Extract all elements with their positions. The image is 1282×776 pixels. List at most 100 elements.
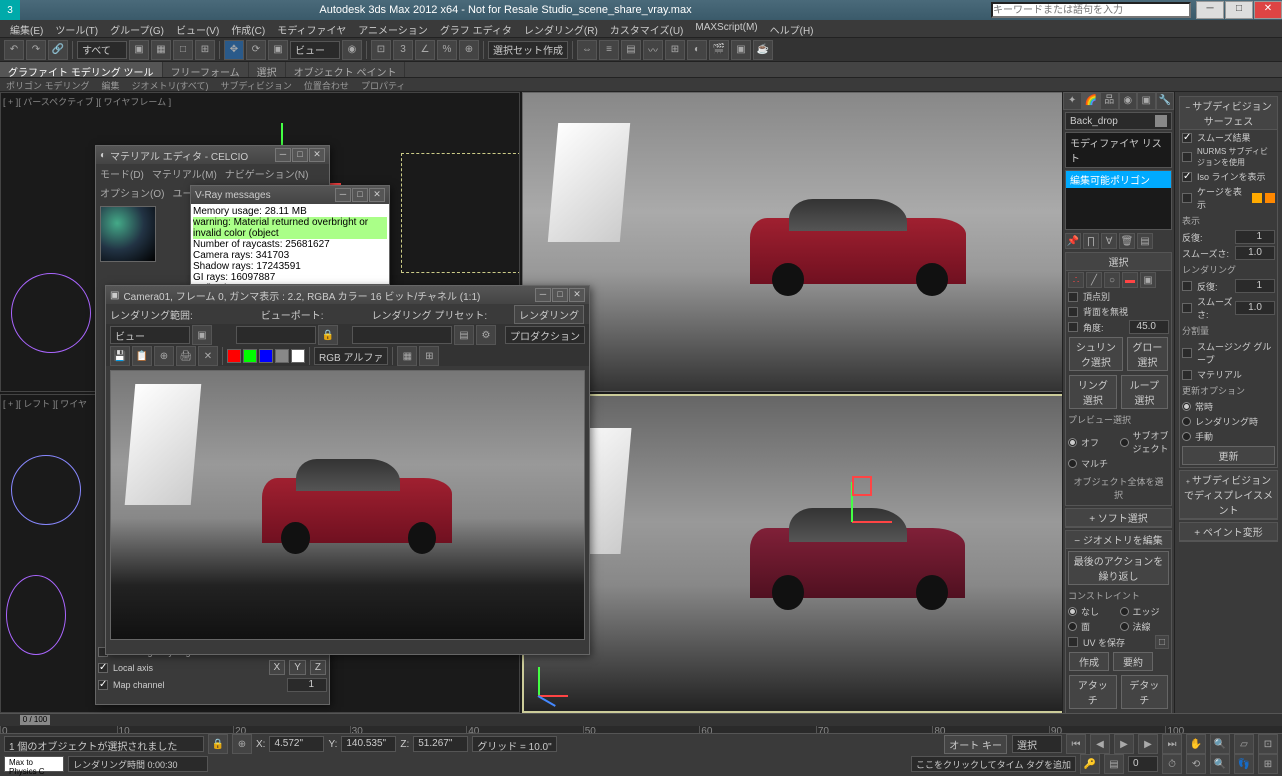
by-vertex-checkbox[interactable] bbox=[1068, 292, 1078, 302]
mat-menu-options[interactable]: オプション(O) bbox=[100, 185, 164, 200]
maximize-button[interactable]: □ bbox=[552, 288, 568, 302]
close-button[interactable]: ✕ bbox=[569, 288, 585, 302]
tab-utility-icon[interactable]: 🔧 bbox=[1156, 92, 1175, 110]
menu-render[interactable]: レンダリング(R) bbox=[518, 20, 604, 37]
scale-icon[interactable]: ▣ bbox=[268, 40, 288, 60]
manipulate-icon[interactable]: ⊡ bbox=[371, 40, 391, 60]
mat-menu-mode[interactable]: モード(D) bbox=[100, 166, 144, 181]
element-mode-icon[interactable]: ▣ bbox=[1140, 272, 1156, 288]
preserve-uv-checkbox[interactable] bbox=[1068, 637, 1078, 647]
close-button[interactable]: ✕ bbox=[1254, 1, 1282, 19]
y-coord-field[interactable]: 140.535" bbox=[341, 736, 396, 752]
selection-filter-dropdown[interactable]: すべて bbox=[77, 41, 127, 59]
max-toggle-icon[interactable]: ⊞ bbox=[1258, 754, 1278, 774]
absolute-mode-icon[interactable]: ⊕ bbox=[232, 734, 252, 754]
green-channel-button[interactable] bbox=[243, 349, 257, 363]
subtab-align[interactable]: 位置合わせ bbox=[298, 78, 355, 91]
transform-gizmo[interactable] bbox=[852, 491, 912, 551]
update-render-radio[interactable] bbox=[1182, 417, 1191, 426]
angle-spinner[interactable]: 45.0 bbox=[1129, 320, 1169, 334]
minimize-button[interactable]: ─ bbox=[275, 148, 291, 162]
layers-icon[interactable]: ▤ bbox=[621, 40, 641, 60]
orbit-icon[interactable]: ⟲ bbox=[1186, 754, 1206, 774]
setkey-icon[interactable]: 🔑 bbox=[1080, 754, 1100, 774]
tab-display-icon[interactable]: ▣ bbox=[1137, 92, 1156, 110]
menu-create[interactable]: 作成(C) bbox=[225, 20, 271, 37]
menu-grapheditor[interactable]: グラフ エディタ bbox=[434, 20, 518, 37]
menu-help[interactable]: ヘルプ(H) bbox=[764, 20, 820, 37]
collapse-button[interactable]: 要約 bbox=[1113, 652, 1153, 671]
help-search-input[interactable] bbox=[991, 2, 1191, 18]
menu-group[interactable]: グループ(G) bbox=[104, 20, 170, 37]
time-config-icon[interactable]: ⏱ bbox=[1162, 754, 1182, 774]
render-button[interactable]: レンダリング bbox=[514, 305, 584, 324]
attach-button[interactable]: アタッチ bbox=[1069, 675, 1117, 709]
goto-end-icon[interactable]: ⏭ bbox=[1162, 734, 1182, 754]
overlay-icon[interactable]: ▦ bbox=[397, 346, 417, 366]
cage-color2[interactable] bbox=[1265, 193, 1275, 203]
ring-button[interactable]: リング選択 bbox=[1069, 375, 1117, 409]
percent-snap-icon[interactable]: % bbox=[437, 40, 457, 60]
tab-freeform[interactable]: フリーフォーム bbox=[163, 62, 249, 77]
material-sample-1[interactable] bbox=[100, 206, 156, 262]
clone-icon[interactable]: ⊕ bbox=[154, 346, 174, 366]
dolly-icon[interactable]: 🔍 bbox=[1210, 754, 1230, 774]
axis-y-button[interactable]: Y bbox=[289, 660, 306, 675]
border-mode-icon[interactable]: ○ bbox=[1104, 272, 1120, 288]
spinner-snap-icon[interactable]: ⊕ bbox=[459, 40, 479, 60]
section-subdiv-surface[interactable]: − サブディビジョン サーフェス bbox=[1180, 97, 1277, 130]
render-output-view[interactable] bbox=[110, 370, 585, 640]
zoom-extents-icon[interactable]: ⊡ bbox=[1258, 734, 1278, 754]
cage-color1[interactable] bbox=[1252, 193, 1262, 203]
preset-dropdown[interactable] bbox=[352, 326, 452, 344]
close-button[interactable]: ✕ bbox=[309, 148, 325, 162]
blue-channel-button[interactable] bbox=[259, 349, 273, 363]
smooth-spinner[interactable]: 1.0 bbox=[1235, 246, 1275, 260]
menu-tools[interactable]: ツール(T) bbox=[49, 20, 104, 37]
section-editgeom[interactable]: − ジオメトリを編集 bbox=[1066, 531, 1171, 549]
modifier-list-dropdown[interactable]: モディファイヤ リスト bbox=[1065, 132, 1172, 168]
snap-icon[interactable]: 3 bbox=[393, 40, 413, 60]
section-paint[interactable]: + ペイント変形 bbox=[1180, 523, 1277, 541]
loop-button[interactable]: ループ選択 bbox=[1121, 375, 1168, 409]
viewport-dropdown[interactable] bbox=[236, 326, 316, 344]
pin-stack-icon[interactable]: 📌 bbox=[1065, 233, 1081, 249]
grow-button[interactable]: グロー選択 bbox=[1127, 337, 1168, 371]
constr-normal-radio[interactable] bbox=[1120, 622, 1129, 631]
close-button[interactable]: ✕ bbox=[369, 188, 385, 202]
redo-icon[interactable]: ↷ bbox=[26, 40, 46, 60]
tab-motion-icon[interactable]: ◉ bbox=[1119, 92, 1138, 110]
viewport-camera-realistic[interactable] bbox=[522, 92, 1122, 392]
iter-spinner[interactable]: 1 bbox=[1235, 230, 1275, 244]
subtab-polymodel[interactable]: ポリゴン モデリング bbox=[0, 78, 96, 91]
isoline-checkbox[interactable]: ✓ bbox=[1182, 172, 1192, 182]
rect-select-icon[interactable]: □ bbox=[173, 40, 193, 60]
region-icon[interactable]: ▣ bbox=[192, 325, 212, 345]
config-icon[interactable]: ▤ bbox=[1137, 233, 1153, 249]
time-slider[interactable]: 0 / 100 bbox=[0, 714, 1282, 726]
tab-modeling[interactable]: グラファイト モデリング ツール bbox=[0, 62, 163, 77]
minimize-button[interactable]: ─ bbox=[335, 188, 351, 202]
render-setup-icon[interactable]: ⚙ bbox=[476, 325, 496, 345]
unique-icon[interactable]: ∀ bbox=[1101, 233, 1117, 249]
subtab-edit[interactable]: 編集 bbox=[96, 78, 126, 91]
alpha-channel-button[interactable] bbox=[275, 349, 289, 363]
menu-maxscript[interactable]: MAXScript(M) bbox=[689, 20, 763, 37]
render-setup-icon[interactable]: 🎬 bbox=[709, 40, 729, 60]
smoothgrp-checkbox[interactable] bbox=[1182, 348, 1192, 358]
tab-objectpaint[interactable]: オブジェクト ペイント bbox=[286, 62, 406, 77]
rsmooth-spinner[interactable]: 1.0 bbox=[1235, 301, 1275, 315]
maximize-button[interactable]: □ bbox=[352, 188, 368, 202]
mat-menu-nav[interactable]: ナビゲーション(N) bbox=[225, 166, 309, 181]
detach-button[interactable]: デタッチ bbox=[1121, 675, 1169, 709]
viewport-active-realistic[interactable]: リスティック ] bbox=[522, 394, 1122, 713]
cage-checkbox[interactable] bbox=[1182, 193, 1192, 203]
undo-icon[interactable]: ↶ bbox=[4, 40, 24, 60]
render-frame-icon[interactable]: ▣ bbox=[731, 40, 751, 60]
tab-hierarchy-icon[interactable]: 品 bbox=[1100, 92, 1119, 110]
toggle-ui-icon[interactable]: ⊞ bbox=[419, 346, 439, 366]
menu-customize[interactable]: カスタマイズ(U) bbox=[604, 20, 690, 37]
object-name-field[interactable]: Back_drop bbox=[1065, 112, 1172, 130]
maximize-button[interactable]: □ bbox=[1225, 1, 1253, 19]
named-selection-dropdown[interactable]: 選択セット作成 bbox=[488, 41, 568, 59]
